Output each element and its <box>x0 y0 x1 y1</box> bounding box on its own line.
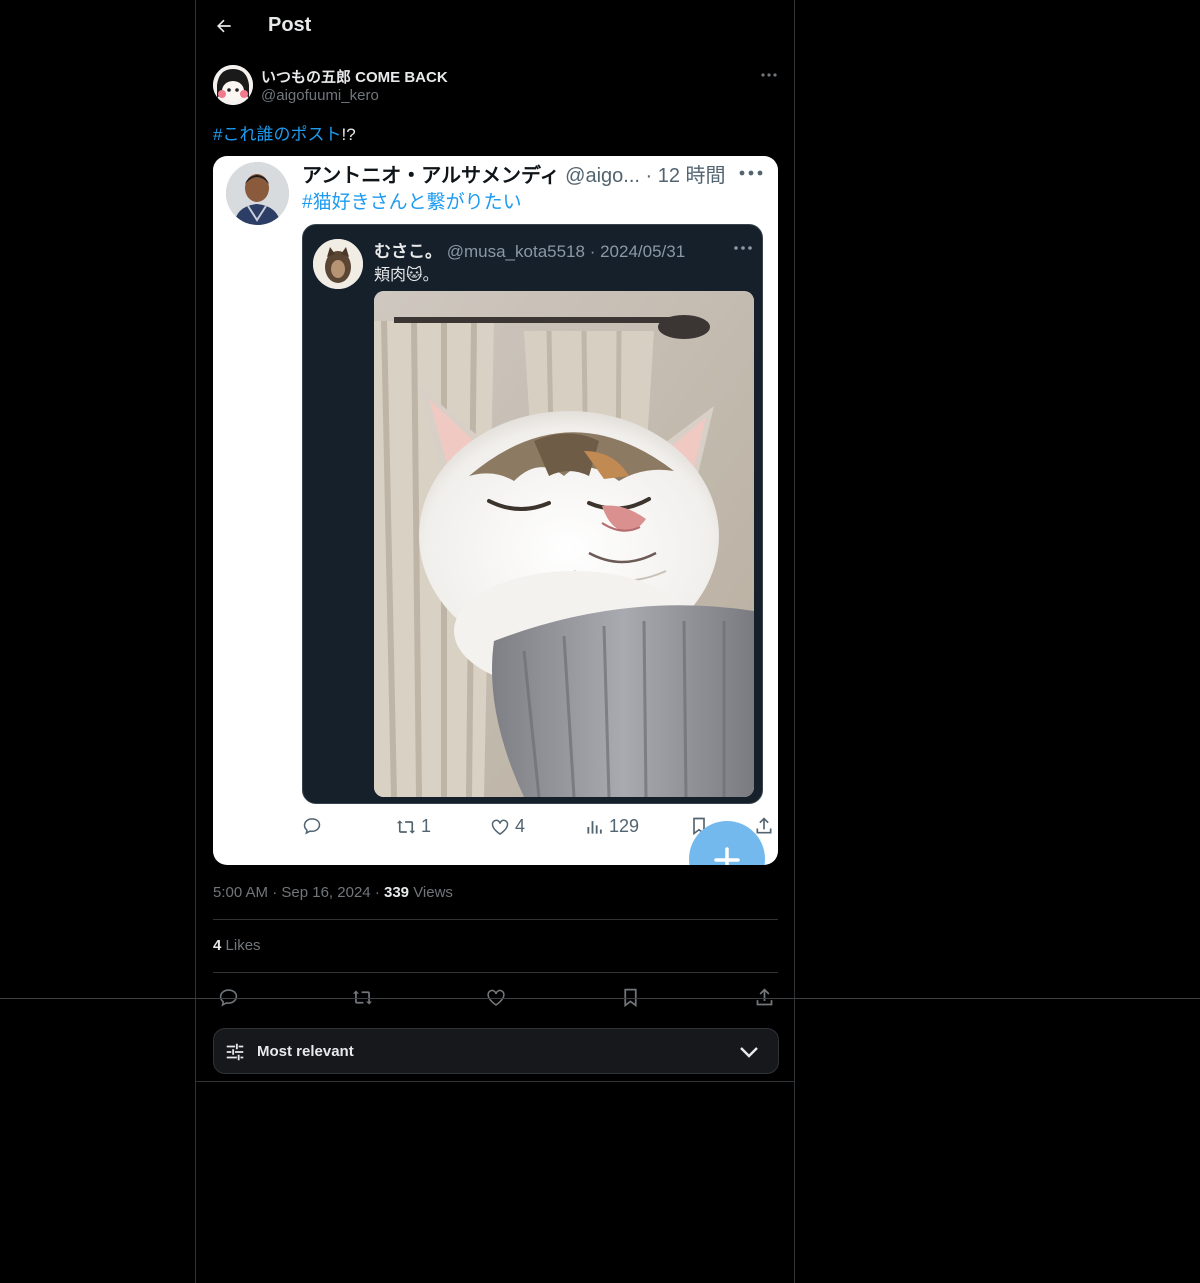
retweet-icon <box>352 990 372 1004</box>
meta-separator: · <box>374 884 384 901</box>
sort-label: Most relevant <box>257 1043 354 1060</box>
post-timestamp: 5:00 AM · Sep 16, 2024 · 339 Views <box>213 884 453 901</box>
arrow-left-icon <box>217 19 231 33</box>
embedded-reply <box>302 816 322 836</box>
post-media-image[interactable]: アントニオ・アルサメンディ @aigo... · 12 時間 #猫好きさんと繋が… <box>213 156 778 865</box>
likes-count: 4 <box>213 937 222 954</box>
embedded-like-count: 4 <box>515 816 526 836</box>
repost-button[interactable] <box>349 984 375 1010</box>
quoted-meta: @musa_kota5518 · 2024/05/31 <box>446 242 686 261</box>
retweet-icon <box>396 819 416 834</box>
main-column: Post いつもの五郎 COME BACK @aigofuumi_kero #こ… <box>195 0 795 1283</box>
back-button[interactable] <box>208 10 240 42</box>
share-button[interactable] <box>751 984 777 1010</box>
page-title: Post <box>268 14 312 36</box>
bookmark-icon <box>623 988 637 1007</box>
quoted-post: むさこ。 @musa_kota5518 · 2024/05/31 頬肉🐱。 <box>302 224 763 804</box>
divider <box>213 919 778 920</box>
embedded-compose-fab <box>689 821 765 865</box>
post-time[interactable]: 5:00 AM <box>213 884 268 901</box>
plus-icon <box>714 847 740 865</box>
meta-separator: · <box>272 884 282 901</box>
quoted-more-icon <box>734 246 752 250</box>
quoted-avatar <box>313 239 363 289</box>
view-count: 339 <box>383 884 410 901</box>
reply-icon <box>303 818 321 835</box>
embedded-like: 4 <box>489 816 525 837</box>
post-text-suffix: !? <box>341 125 356 144</box>
more-icon <box>761 73 777 77</box>
post-text: #これ誰のポスト!? <box>213 120 356 145</box>
more-options-button[interactable] <box>756 64 782 86</box>
embedded-author: アントニオ・アルサメンディ @aigo... · 12 時間 <box>302 159 726 188</box>
chevron-down-icon <box>740 1047 758 1058</box>
embedded-hashtag: #猫好きさんと繋がりたい <box>302 192 522 213</box>
post-action-bar <box>213 984 778 1010</box>
likes-label: Likes <box>225 937 261 954</box>
post-header: Post <box>196 0 794 54</box>
author-avatar[interactable] <box>213 65 253 105</box>
analytics-icon <box>587 820 602 834</box>
embedded-meta: @aigo... · 12 時間 <box>565 165 726 187</box>
quoted-author-name: むさこ。 <box>374 242 442 261</box>
horizontal-guide-line <box>0 998 1200 999</box>
heart-icon <box>487 989 505 1006</box>
embedded-avatar <box>226 162 289 225</box>
embedded-views: 129 <box>585 816 639 837</box>
quoted-text: 頬肉🐱。 <box>374 267 439 284</box>
reply-button[interactable] <box>215 984 241 1010</box>
author-handle[interactable]: @aigofuumi_kero <box>261 87 379 104</box>
divider <box>213 972 778 973</box>
post-date[interactable]: Sep 16, 2024 <box>281 884 370 901</box>
reply-icon <box>219 988 237 1006</box>
heart-icon <box>491 819 509 835</box>
embedded-retweet-count: 1 <box>421 816 432 836</box>
quoted-author: むさこ。 @musa_kota5518 · 2024/05/31 <box>374 237 685 262</box>
embedded-more-icon <box>739 170 763 176</box>
embedded-retweet: 1 <box>395 816 431 837</box>
reply-sort-dropdown[interactable]: Most relevant <box>213 1028 779 1074</box>
author-name[interactable]: いつもの五郎 COME BACK <box>261 66 448 87</box>
section-divider <box>196 1081 794 1082</box>
cat-photo <box>374 291 754 797</box>
bookmark-button[interactable] <box>617 984 643 1010</box>
share-icon <box>756 987 772 1005</box>
like-button[interactable] <box>483 984 509 1010</box>
likes-link[interactable]: 4 Likes <box>213 937 261 954</box>
post-hashtag-link[interactable]: #これ誰のポスト <box>213 125 341 144</box>
view-label: Views <box>413 884 453 901</box>
embedded-author-name: アントニオ・アルサメンディ <box>302 165 560 187</box>
sliders-icon <box>226 1043 244 1061</box>
embedded-view-count: 129 <box>609 816 640 836</box>
